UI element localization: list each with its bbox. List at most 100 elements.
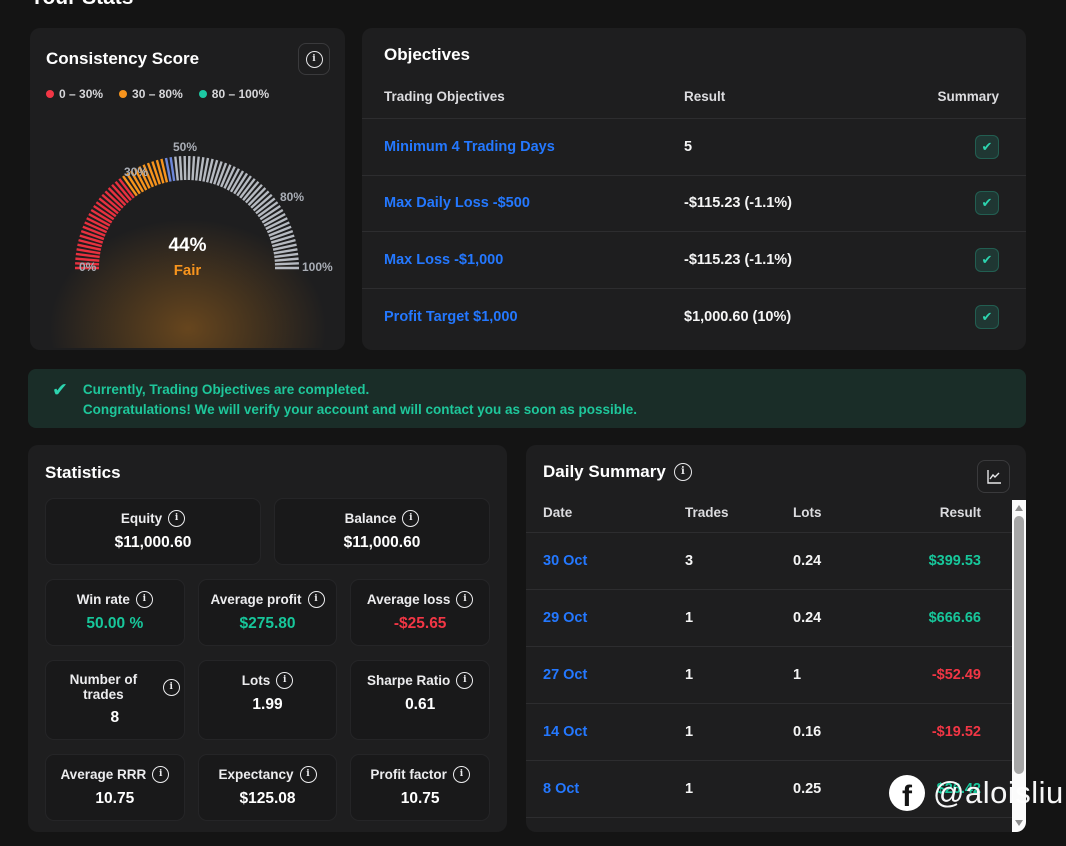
daily-date-link[interactable]: 14 Oct [543, 724, 685, 740]
info-icon[interactable]: i [453, 766, 470, 783]
stat-tile: Average loss i -$25.65 [350, 579, 490, 646]
objective-link[interactable]: Minimum 4 Trading Days [384, 139, 684, 155]
info-icon[interactable]: i [168, 510, 185, 527]
consistency-legend: 0 – 30%30 – 80%80 – 100% [30, 75, 345, 101]
info-icon[interactable]: i [152, 766, 169, 783]
gauge-glow [48, 218, 328, 348]
info-icon[interactable]: i [136, 591, 153, 608]
info-icon[interactable]: i [163, 679, 180, 696]
daily-col-date: Date [543, 505, 685, 520]
check-icon: ✔ [52, 380, 68, 403]
objectives-col-summary: Summary [935, 89, 999, 104]
consistency-info-button[interactable]: i [298, 43, 330, 75]
objective-row: Minimum 4 Trading Days5 ✔ [362, 119, 1026, 176]
stat-tile: Number of tradesi8 [45, 660, 185, 740]
scrollbar-down-arrow[interactable] [1012, 815, 1026, 830]
info-icon[interactable]: i [308, 591, 325, 608]
legend-dot-icon [199, 90, 207, 98]
dashboard-page: Your Stats Consistency Score i 0 – 30%30… [0, 0, 1066, 846]
banner-line-1: Currently, Trading Objectives are comple… [83, 380, 637, 400]
stat-value: $11,000.60 [279, 534, 485, 552]
stat-value: -$25.65 [355, 615, 485, 633]
statistics-title: Statistics [45, 463, 490, 483]
check-badge: ✔ [975, 191, 999, 215]
stat-tile: Equityi$11,000.60 [45, 498, 261, 565]
daily-date-link[interactable]: 30 Oct [543, 553, 685, 569]
watermark-handle: @aloisliu [933, 775, 1064, 811]
legend-item: 0 – 30% [46, 87, 103, 101]
daily-trades: 1 [685, 724, 793, 740]
info-icon[interactable]: i [300, 766, 317, 783]
objective-result: $1,000.60 (10%) [684, 309, 935, 325]
objectives-table-body: Minimum 4 Trading Days5 ✔ Max Daily Loss -… [362, 119, 1026, 345]
stat-value: 10.75 [355, 790, 485, 808]
objective-result: -$115.23 (-1.1%) [684, 252, 935, 268]
stat-label: Lots [242, 673, 271, 688]
daily-summary-row: 29 Oct10.24$666.66 [526, 590, 1026, 647]
daily-result: $666.66 [913, 610, 981, 626]
stat-tile: Average RRRi10.75 [45, 754, 185, 821]
daily-trades: 1 [685, 667, 793, 683]
stat-tile: Profit factor i 10.75 [350, 754, 490, 821]
daily-trades: 3 [685, 553, 793, 569]
stat-label: Equity [121, 511, 162, 526]
objectives-title: Objectives [362, 28, 1026, 65]
legend-item: 30 – 80% [119, 87, 183, 101]
daily-summary-row: 14 Oct10.16-$19.52 [526, 704, 1026, 761]
stat-label: Win rate [77, 592, 130, 607]
objective-link[interactable]: Max Daily Loss -$500 [384, 195, 684, 211]
check-badge: ✔ [975, 135, 999, 159]
info-icon: i [306, 51, 323, 68]
objectives-table-header: Trading Objectives Result Summary [362, 75, 1026, 119]
daily-summary-card: Daily Summary i Date Trades Lots Result … [526, 445, 1026, 832]
info-icon[interactable]: i [456, 591, 473, 608]
stat-value: 0.61 [355, 696, 485, 714]
facebook-icon: f [889, 775, 925, 811]
objective-link[interactable]: Max Loss -$1,000 [384, 252, 684, 268]
objective-row: Max Loss -$1,000-$115.23 (-1.1%)✔ [362, 232, 1026, 289]
stat-value: 50.00 % [50, 615, 180, 633]
consistency-score-card: Consistency Score i 0 – 30%30 – 80%80 – … [30, 28, 345, 350]
stat-label: Average loss [367, 592, 451, 607]
gauge-tick-80: 80% [280, 190, 304, 204]
stat-value: 1.99 [203, 696, 333, 714]
legend-label: 30 – 80% [132, 87, 183, 101]
daily-col-lots: Lots [793, 505, 913, 520]
info-icon[interactable]: i [402, 510, 419, 527]
objective-link[interactable]: Profit Target $1,000 [384, 309, 684, 325]
info-icon[interactable]: i [276, 672, 293, 689]
daily-col-trades: Trades [685, 505, 793, 520]
daily-summary-row: 27 Oct11-$52.49 [526, 647, 1026, 704]
daily-summary-chart-button[interactable] [977, 460, 1010, 493]
objective-result: 5 [684, 139, 935, 155]
consistency-score-title: Consistency Score [46, 49, 199, 69]
scrollbar-thumb[interactable] [1014, 516, 1024, 774]
daily-summary-info-icon[interactable]: i [674, 463, 692, 481]
daily-trades: 1 [685, 610, 793, 626]
objective-result: -$115.23 (-1.1%) [684, 195, 935, 211]
daily-lots: 1 [793, 667, 913, 683]
stat-label: Profit factor [370, 767, 447, 782]
stat-value: 10.75 [50, 790, 180, 808]
daily-result: $399.53 [913, 553, 981, 569]
daily-date-link[interactable]: 29 Oct [543, 610, 685, 626]
stat-tile: Lotsi 1.99 [198, 660, 338, 740]
daily-lots: 0.16 [793, 724, 913, 740]
gauge-tick-0: 0% [79, 260, 96, 274]
objective-row: Profit Target $1,000$1,000.60 (10%) ✔ [362, 289, 1026, 346]
check-badge: ✔ [975, 305, 999, 329]
objectives-completed-banner: ✔ Currently, Trading Objectives are comp… [28, 369, 1026, 428]
daily-result: -$19.52 [913, 724, 981, 740]
stat-label: Average profit [210, 592, 301, 607]
daily-date-link[interactable]: 27 Oct [543, 667, 685, 683]
daily-date-link[interactable]: 8 Oct [543, 781, 685, 797]
daily-lots: 0.24 [793, 610, 913, 626]
stat-tile: Balancei$11,000.60 [274, 498, 490, 565]
info-icon[interactable]: i [456, 672, 473, 689]
legend-dot-icon [119, 90, 127, 98]
stat-value: 8 [50, 709, 180, 727]
gauge-tick-100: 100% [302, 260, 333, 274]
scrollbar-up-arrow[interactable] [1012, 500, 1026, 515]
objectives-col-name: Trading Objectives [384, 89, 684, 104]
stat-tile: Expectancyi$125.08 [198, 754, 338, 821]
